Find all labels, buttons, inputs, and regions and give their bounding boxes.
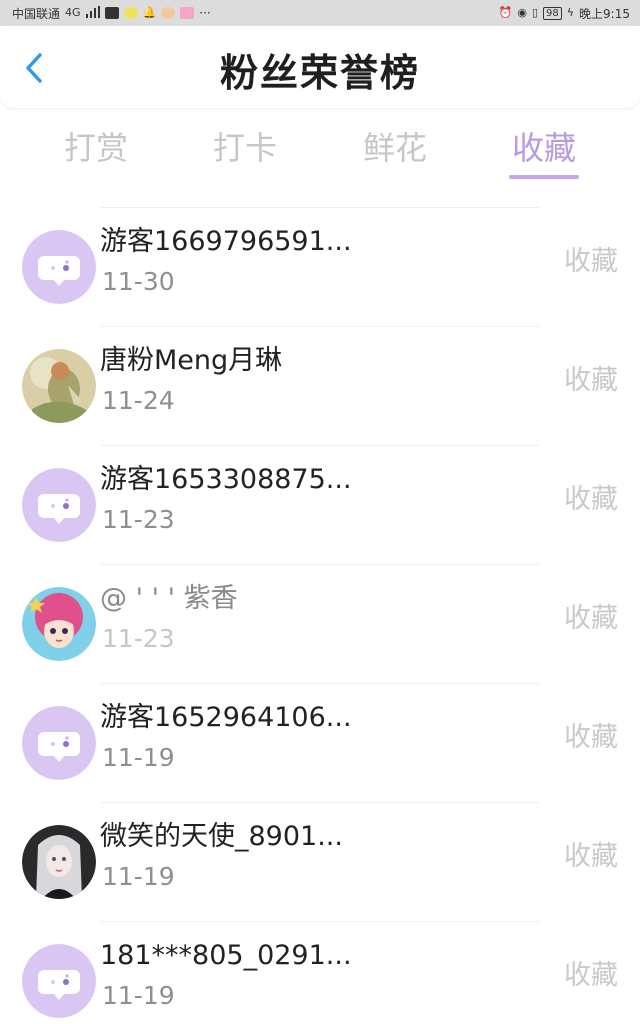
- alarm-icon: ⏰: [498, 6, 513, 19]
- tab-bar: 打赏 打卡 鲜花 收藏: [0, 118, 640, 188]
- eye-comfort-icon: ◉: [517, 6, 527, 19]
- fan-name: 游客1653308875...: [100, 464, 352, 495]
- status-bar-right: ⏰ ◉ ▯ 98 ϟ 晚上9:15: [499, 5, 630, 22]
- chat-bubble-icon: [22, 468, 96, 542]
- favorite-label: 收藏: [564, 960, 618, 991]
- fan-date: 11-23: [102, 505, 175, 534]
- favorite-label: 收藏: [564, 484, 618, 515]
- fan-name: 181***805_0291...: [100, 940, 352, 971]
- more-notifications-label: ···: [199, 6, 211, 20]
- list-item[interactable]: 181***805_0291... 11-19 收藏: [0, 922, 640, 1024]
- list-item[interactable]: @ ' ' ' 紫香 11-23 收藏: [0, 565, 640, 684]
- network-type-label: 4G: [65, 6, 81, 19]
- favorite-label: 收藏: [564, 365, 618, 396]
- chat-notification-icon: [123, 7, 138, 19]
- fan-name: 微笑的天使_8901...: [100, 821, 343, 852]
- chat-bubble-icon: [22, 944, 96, 1018]
- active-tab-indicator: [509, 175, 579, 179]
- fan-name: 游客1669796591...: [100, 226, 352, 257]
- favorite-label: 收藏: [564, 722, 618, 753]
- favorite-label: 收藏: [564, 603, 618, 634]
- face-notification-icon: [161, 7, 176, 19]
- tab-checkin[interactable]: 打卡: [190, 124, 300, 172]
- avatar[interactable]: [22, 349, 96, 423]
- battery-indicator: 98: [543, 6, 562, 20]
- chat-bubble-icon: [22, 230, 96, 304]
- avatar[interactable]: [22, 825, 96, 899]
- fan-name: 游客1652964106...: [100, 702, 352, 733]
- fan-name: 唐粉Meng月琳: [100, 345, 283, 376]
- clock-label: 晚上9:15: [579, 6, 630, 21]
- fan-date: 11-24: [102, 386, 175, 415]
- fan-date: 11-23: [102, 624, 175, 653]
- chat-bubble-icon: [22, 706, 96, 780]
- list-item[interactable]: 微笑的天使_8901... 11-19 收藏: [0, 803, 640, 922]
- favorite-label: 收藏: [564, 841, 618, 872]
- list-item[interactable]: 游客1669796591... 11-30 收藏: [0, 208, 640, 327]
- avatar[interactable]: [22, 587, 96, 661]
- fan-list: 游客1669796591... 11-30 收藏 唐粉Meng月琳 11-24 …: [0, 208, 640, 1024]
- fan-date: 11-19: [102, 862, 175, 891]
- avatar[interactable]: [22, 944, 96, 1018]
- bell-notification-icon: 🔔: [142, 6, 157, 19]
- fan-date: 11-30: [102, 267, 175, 296]
- carrier-label: 中国联通: [12, 6, 61, 21]
- tab-flowers[interactable]: 鲜花: [340, 124, 450, 172]
- app-notification-icon: [104, 7, 119, 19]
- tab-favorites[interactable]: 收藏: [489, 124, 599, 172]
- vibrate-icon: ▯: [531, 6, 539, 19]
- message-notification-icon: [180, 7, 195, 19]
- status-bar-left: 中国联通 4G 🔔 ···: [12, 5, 211, 22]
- fan-date: 11-19: [102, 743, 175, 772]
- fan-date: 11-19: [102, 981, 175, 1010]
- list-item[interactable]: 游客1653308875... 11-23 收藏: [0, 446, 640, 565]
- avatar[interactable]: [22, 468, 96, 542]
- page-title: 粉丝荣誉榜: [219, 51, 420, 95]
- avatar[interactable]: [22, 230, 96, 304]
- anime-girl-avatar-icon: [22, 587, 96, 661]
- status-bar: 中国联通 4G 🔔 ··· ⏰ ◉ ▯ 98 ϟ 晚上9:15: [0, 0, 640, 26]
- page-header: 粉丝荣誉榜: [0, 30, 640, 108]
- charging-icon: ϟ: [566, 6, 575, 19]
- fan-name: @ ' ' ' 紫香: [100, 583, 238, 614]
- signal-icon: [85, 5, 100, 21]
- list-item[interactable]: 唐粉Meng月琳 11-24 收藏: [0, 327, 640, 446]
- avatar[interactable]: [22, 706, 96, 780]
- user-photo-icon: [22, 349, 96, 423]
- favorite-label: 收藏: [564, 246, 618, 277]
- list-item[interactable]: 游客1652964106... 11-19 收藏: [0, 684, 640, 803]
- tab-reward[interactable]: 打赏: [41, 124, 151, 172]
- user-photo-icon: [22, 825, 96, 899]
